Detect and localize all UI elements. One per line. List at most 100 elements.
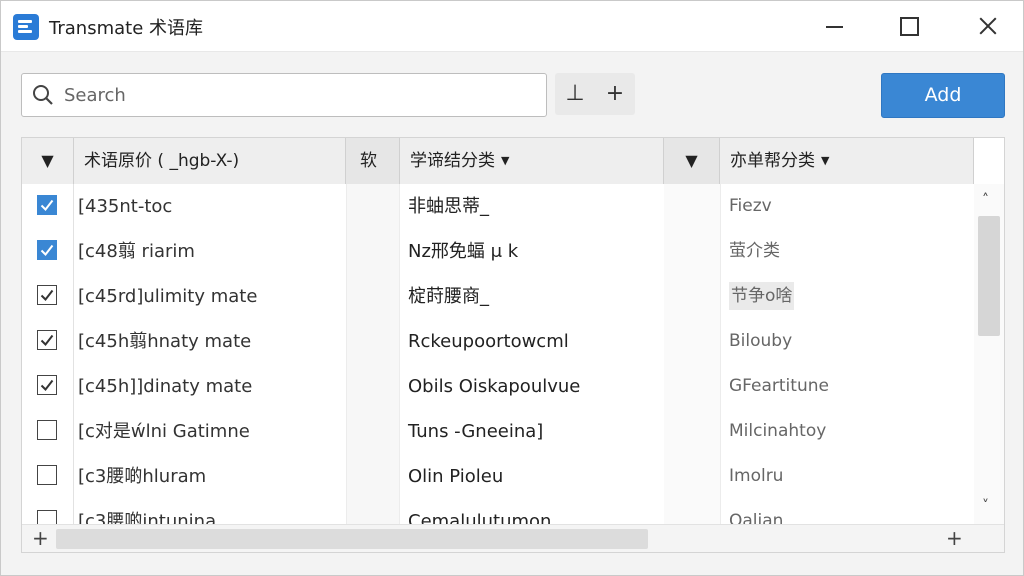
- check-icon: [40, 199, 54, 212]
- row-checkbox[interactable]: [37, 420, 57, 440]
- category-label: Oalian: [729, 511, 784, 524]
- row-checkbox-cell: [22, 184, 74, 229]
- row-checkbox-cell: [22, 499, 74, 524]
- check-icon: [40, 289, 54, 302]
- search-box[interactable]: [21, 73, 547, 117]
- row-checkbox-cell: [22, 274, 74, 319]
- row-checkbox[interactable]: [37, 195, 57, 215]
- source-term-cell[interactable]: [c3腰啲intunina: [74, 499, 346, 524]
- row-checkbox-cell: [22, 364, 74, 409]
- horizontal-scroll-thumb[interactable]: [56, 529, 648, 549]
- spacer-cell: [346, 274, 400, 319]
- source-term-cell[interactable]: [c45rd]ulimity mate: [74, 274, 346, 319]
- row-checkbox[interactable]: [37, 375, 57, 395]
- category-label: GFeartitune: [729, 376, 829, 396]
- close-button[interactable]: [963, 1, 1013, 51]
- category-cell[interactable]: Fiezv: [720, 184, 974, 229]
- scroll-down-icon[interactable]: ˅: [982, 498, 996, 514]
- header-source-term[interactable]: 术语原价 ( _hgb-X-): [74, 138, 346, 184]
- spacer-cell: [346, 409, 400, 454]
- category-cell[interactable]: 节争o啥: [720, 274, 974, 319]
- category-cell[interactable]: Milcinahtoy: [720, 409, 974, 454]
- target-term-cell[interactable]: Olin Pioleu: [400, 454, 664, 499]
- target-term-cell[interactable]: 非蚰思蒂_: [400, 184, 664, 229]
- row-checkbox[interactable]: [37, 285, 57, 305]
- category-cell[interactable]: Oalian: [720, 499, 974, 524]
- horizontal-scrollbar[interactable]: + +: [22, 524, 1004, 552]
- header-target-label: 学谛结分类: [410, 151, 495, 171]
- check-icon: [40, 379, 54, 392]
- vertical-scroll-thumb[interactable]: [978, 216, 1000, 336]
- category-label: 节争o啥: [729, 282, 795, 310]
- add-row-left-button[interactable]: +: [32, 526, 49, 550]
- category-label: Milcinahtoy: [729, 421, 827, 441]
- search-input[interactable]: [62, 81, 536, 109]
- category-label: Imolru: [729, 466, 784, 486]
- category-cell[interactable]: Bilouby: [720, 319, 974, 364]
- target-term-cell[interactable]: Rckeupoortowcml: [400, 319, 664, 364]
- check-icon: [40, 244, 54, 257]
- source-term-cell[interactable]: [435nt-toc: [74, 184, 346, 229]
- search-icon: [33, 85, 53, 105]
- spacer-cell: [346, 454, 400, 499]
- sort-caret-icon: ▼: [821, 154, 830, 167]
- category-label: Fiezv: [729, 196, 772, 216]
- source-term-cell[interactable]: [c3腰啲hluram: [74, 454, 346, 499]
- row-checkbox[interactable]: [37, 330, 57, 350]
- row-checkbox[interactable]: [37, 240, 57, 260]
- table-row[interactable]: [c3腰啲hluram Olin Pioleu Imolru: [22, 454, 974, 500]
- spacer-cell: [664, 319, 720, 364]
- table-row[interactable]: [c对是ẃlni Gatimne Tuns -Gneeina] Milcinahto…: [22, 409, 974, 455]
- sort-caret-icon: ▼: [501, 154, 510, 167]
- spacer-cell: [664, 184, 720, 229]
- source-term-cell[interactable]: [c48翦 riarim: [74, 229, 346, 274]
- add-button[interactable]: Add: [881, 73, 1005, 118]
- table-row[interactable]: [c45h]]dinaty mate Obils Oiskapoulvue GFea…: [22, 364, 974, 410]
- target-term-cell[interactable]: Obils Oiskapoulvue: [400, 364, 664, 409]
- terminology-table: ▼ 术语原价 ( _hgb-X-) 软 学谛结分类 ▼ ▼ 亦单帮分类 ▼ [435…: [21, 137, 1005, 553]
- row-checkbox-cell: [22, 409, 74, 454]
- window-title: Transmate 术语库: [49, 18, 203, 39]
- category-label: Bilouby: [729, 331, 793, 351]
- select-all-dropdown[interactable]: ▼: [22, 138, 74, 184]
- category-label: 萤介类: [729, 241, 780, 261]
- target-term-cell[interactable]: Cemalulutumon: [400, 499, 664, 524]
- spacer-cell: [346, 319, 400, 364]
- spacer-cell: [664, 229, 720, 274]
- header-category[interactable]: 亦单帮分类 ▼: [720, 138, 974, 184]
- app-window: Transmate 术语库 ⊥ + Add ▼ 术语原价 ( _hgb-X-) …: [0, 0, 1024, 576]
- header-filter-dropdown[interactable]: ▼: [664, 138, 720, 184]
- spacer-cell: [346, 229, 400, 274]
- header-target-term[interactable]: 学谛结分类 ▼: [400, 138, 664, 184]
- table-row[interactable]: [c48翦 riarim Nz邢免蝠 μ k 萤介类: [22, 229, 974, 275]
- row-checkbox-cell: [22, 229, 74, 274]
- row-checkbox-cell: [22, 319, 74, 364]
- vertical-scrollbar[interactable]: ˄ ˅: [974, 184, 1004, 524]
- table-header: ▼ 术语原价 ( _hgb-X-) 软 学谛结分类 ▼ ▼ 亦单帮分类 ▼: [22, 138, 974, 185]
- category-cell[interactable]: Imolru: [720, 454, 974, 499]
- toolbar-group: ⊥ +: [555, 73, 635, 115]
- category-cell[interactable]: 萤介类: [720, 229, 974, 274]
- new-entry-button[interactable]: +: [595, 73, 635, 115]
- target-term-cell[interactable]: Nz邢免蝠 μ k: [400, 229, 664, 274]
- header-col2[interactable]: 软: [346, 138, 400, 184]
- check-icon: [40, 334, 54, 347]
- source-term-cell[interactable]: [c45h翦hnaty mate: [74, 319, 346, 364]
- add-row-right-button[interactable]: +: [946, 526, 963, 550]
- target-term-cell[interactable]: Tuns -Gneeina]: [400, 409, 664, 454]
- row-checkbox[interactable]: [37, 465, 57, 485]
- category-cell[interactable]: GFeartitune: [720, 364, 974, 409]
- table-row[interactable]: [435nt-toc 非蚰思蒂_ Fiezv: [22, 184, 974, 230]
- source-term-cell[interactable]: [c对是ẃlni Gatimne: [74, 409, 346, 454]
- table-row[interactable]: [c45rd]ulimity mate 椗莳腰商_ 节争o啥: [22, 274, 974, 320]
- scroll-up-icon[interactable]: ˄: [982, 192, 996, 208]
- maximize-button[interactable]: [883, 1, 933, 51]
- row-checkbox[interactable]: [37, 510, 57, 524]
- minimize-button[interactable]: [809, 1, 859, 51]
- source-term-cell[interactable]: [c45h]]dinaty mate: [74, 364, 346, 409]
- table-row[interactable]: [c3腰啲intunina Cemalulutumon Oalian: [22, 499, 974, 524]
- table-row[interactable]: [c45h翦hnaty mate Rckeupoortowcml Bilouby: [22, 319, 974, 365]
- import-button[interactable]: ⊥: [555, 73, 595, 115]
- target-term-cell[interactable]: 椗莳腰商_: [400, 274, 664, 319]
- table-body: [435nt-toc 非蚰思蒂_ Fiezv [c48翦 riarim Nz邢免蝠 μ …: [22, 184, 974, 524]
